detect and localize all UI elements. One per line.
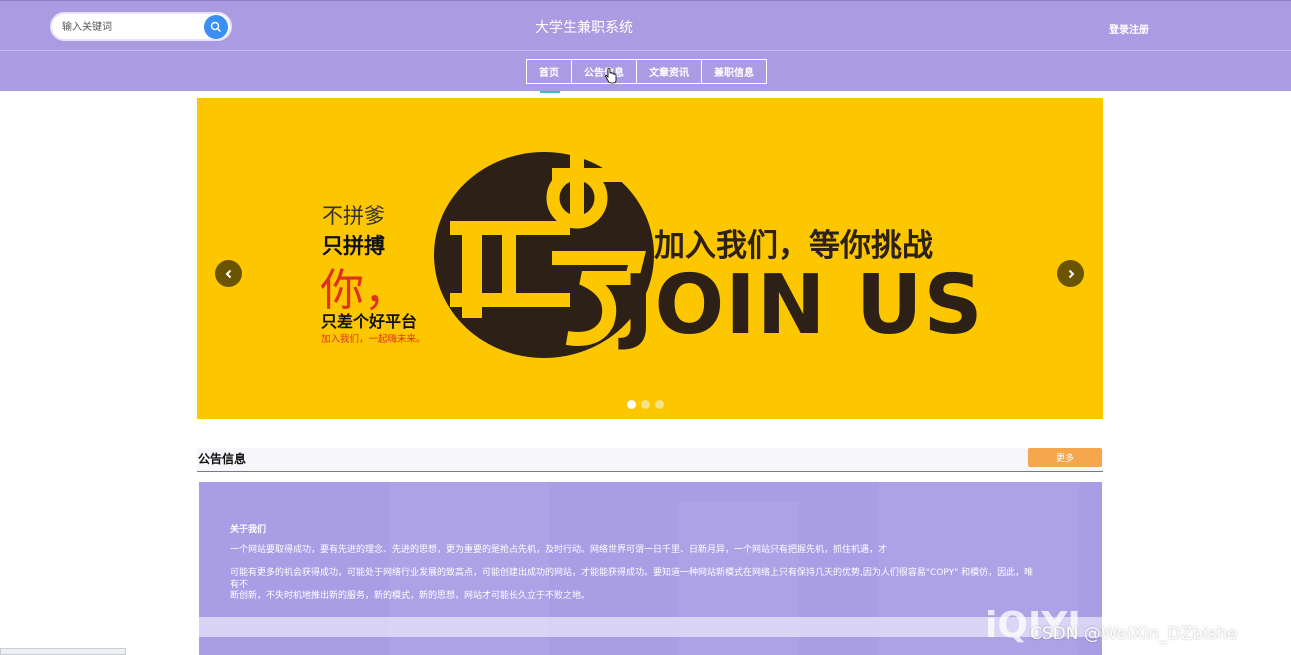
carousel-dot[interactable] [627, 400, 636, 409]
about-text-line1: 一个网站要取得成功，要有先进的理念、先进的思想，更为重要的是抢占先机，及时行动。… [230, 545, 888, 555]
chevron-left-icon [225, 269, 231, 278]
search-input[interactable] [62, 19, 202, 35]
banner-carousel: 不拼爹 只拼搏 你， 只差个好平台 加入我们，一起嗨未来。 聘 加入我们，等你挑… [197, 98, 1103, 419]
carousel-next-button[interactable] [1057, 260, 1084, 287]
about-band [199, 617, 1102, 637]
banner-text-line5: 加入我们，一起嗨未来。 [321, 334, 426, 345]
hand-cursor-icon [605, 68, 617, 84]
carousel-indicators [627, 400, 664, 409]
about-text-line3: 断创新，不失时机地推出新的服务，新的模式，新的思想，网站才可能长久立于不败之地。 [230, 591, 591, 601]
login-register-link[interactable]: 登录注册 [1109, 21, 1149, 36]
carousel-prev-button[interactable] [215, 260, 242, 287]
main-nav: 首页 公告信息 文章资讯 兼职信息 [0, 50, 1291, 93]
notice-section-header: 公告信息 更多 [197, 448, 1103, 472]
carousel-dot[interactable] [641, 400, 650, 409]
search-icon [210, 21, 221, 32]
search-box [50, 12, 232, 41]
nav-notices[interactable]: 公告信息 [571, 59, 637, 84]
nav-articles[interactable]: 文章资讯 [636, 59, 702, 84]
about-text-line2: 可能有更多的机会获得成功，可能处于网络行业发展的致高点，可能创建出成功的网站，才… [230, 568, 1034, 590]
header-bar: 大学生兼职系统 登录注册 [0, 0, 1291, 50]
carousel-dot[interactable] [655, 400, 664, 409]
credit-watermark: CSDN @WeiXin_DZbishe [1030, 624, 1238, 644]
nav-home[interactable]: 首页 [526, 59, 572, 84]
status-url-bar [0, 648, 126, 655]
nav-jobs[interactable]: 兼职信息 [701, 59, 767, 84]
section-title: 公告信息 [198, 452, 247, 466]
banner-text-line1: 不拼爹 [322, 204, 385, 228]
banner-text-line4: 只差个好平台 [321, 312, 418, 331]
site-title: 大学生兼职系统 [535, 20, 633, 36]
banner-join-us: JOIN US [623, 258, 984, 353]
search-button[interactable] [204, 15, 228, 39]
chevron-right-icon [1068, 269, 1074, 278]
nav-active-indicator [540, 91, 560, 93]
about-title: 关于我们 [230, 525, 267, 535]
more-button[interactable]: 更多 [1028, 448, 1102, 467]
about-panel: 关于我们 一个网站要取得成功，要有先进的理念、先进的思想，更为重要的是抢占先机，… [199, 482, 1102, 655]
